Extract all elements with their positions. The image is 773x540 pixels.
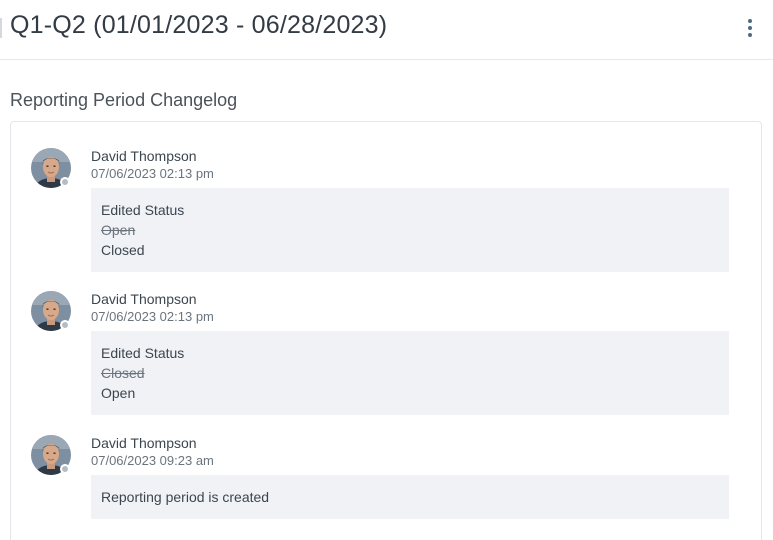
avatar[interactable] — [31, 435, 71, 475]
change-action: Reporting period is created — [101, 489, 270, 505]
kebab-dot — [748, 33, 752, 37]
page-title: Q1-Q2 (01/01/2023 - 06/28/2023) — [10, 11, 388, 39]
entry-timestamp: 07/06/2023 02:13 pm — [91, 309, 214, 324]
kebab-menu-icon[interactable] — [740, 18, 760, 38]
author-name: David Thompson — [91, 148, 197, 164]
author-name: David Thompson — [91, 291, 197, 307]
change-details: Reporting period is created — [91, 475, 729, 519]
presence-indicator — [60, 320, 70, 330]
avatar[interactable] — [31, 148, 71, 188]
kebab-dot — [748, 26, 752, 30]
entry-timestamp: 07/06/2023 09:23 am — [91, 453, 214, 468]
presence-indicator — [60, 177, 70, 187]
change-details: Edited Status Open Closed — [91, 188, 729, 272]
header: Q1-Q2 (01/01/2023 - 06/28/2023) — [0, 0, 773, 60]
page: Q1-Q2 (01/01/2023 - 06/28/2023) Reportin… — [0, 0, 773, 540]
new-value: Closed — [101, 242, 145, 258]
kebab-dot — [748, 19, 752, 23]
change-action: Edited Status — [101, 202, 185, 218]
entry-timestamp: 07/06/2023 02:13 pm — [91, 166, 214, 181]
new-value: Open — [101, 385, 136, 401]
presence-indicator — [60, 464, 70, 474]
changelog-title: Reporting Period Changelog — [10, 90, 238, 110]
old-value: Closed — [101, 365, 145, 381]
change-action: Edited Status — [101, 345, 185, 361]
author-name: David Thompson — [91, 435, 197, 451]
avatar[interactable] — [31, 291, 71, 331]
changelog-card: David Thompson 07/06/2023 02:13 pm Edite… — [10, 121, 762, 540]
old-value: Open — [101, 222, 136, 238]
change-details: Edited Status Closed Open — [91, 331, 729, 415]
